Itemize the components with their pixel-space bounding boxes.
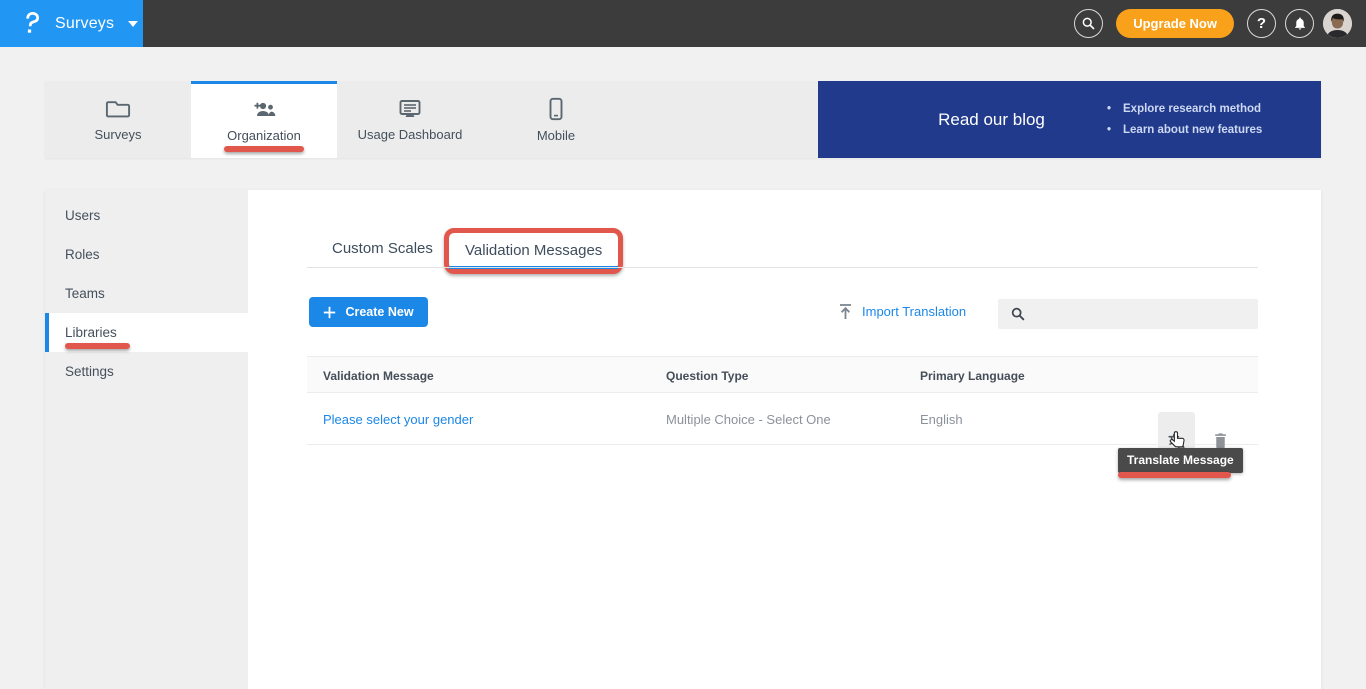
create-new-button[interactable]: Create New (309, 297, 428, 327)
user-avatar[interactable] (1323, 9, 1352, 38)
blog-title: Read our blog (894, 110, 1089, 130)
import-translation-link[interactable]: Import Translation (838, 303, 966, 320)
annotation-underline-tooltip (1118, 472, 1231, 478)
smartphone-icon (548, 97, 564, 121)
blog-banner[interactable]: Read our blog Explore research method Le… (818, 81, 1321, 158)
translate-message-tooltip: Translate Message (1118, 448, 1243, 473)
blog-bullet: Learn about new features (1107, 120, 1262, 141)
blog-bullet: Explore research method (1107, 99, 1262, 120)
questionpro-logo (22, 10, 43, 37)
validation-message-link[interactable]: Please select your gender (323, 412, 473, 427)
translate-message-button[interactable] (1158, 412, 1195, 449)
notifications-button[interactable] (1285, 9, 1314, 38)
delete-button[interactable] (1210, 412, 1230, 434)
sidebar-item-label: Roles (65, 247, 100, 262)
tab-validation-messages[interactable]: Validation Messages (449, 233, 618, 269)
column-header-validation-message: Validation Message (323, 369, 434, 383)
column-header-primary-language: Primary Language (920, 369, 1025, 383)
module-nav-card: Surveys Organization Usage Dashboard Mob… (45, 81, 1321, 158)
dashboard-icon (397, 98, 423, 120)
search-input[interactable] (1034, 299, 1258, 329)
settings-sidebar: Users Roles Teams Libraries Settings (45, 190, 248, 689)
table-row: Please select your gender Multiple Choic… (307, 393, 1258, 445)
upgrade-now-button[interactable]: Upgrade Now (1116, 9, 1234, 38)
tab-surveys[interactable]: Surveys (45, 81, 191, 158)
validation-messages-table: Validation Message Question Type Primary… (307, 356, 1258, 445)
sidebar-item-settings[interactable]: Settings (45, 352, 248, 391)
chevron-down-icon (128, 21, 138, 27)
table-header-row: Validation Message Question Type Primary… (307, 356, 1258, 393)
tab-usage-dashboard[interactable]: Usage Dashboard (337, 81, 483, 158)
sidebar-item-label: Settings (65, 364, 114, 379)
tabs-divider (307, 267, 1258, 268)
libraries-content: Custom Scales Validation Messages Create… (248, 190, 1321, 689)
tab-organization[interactable]: Organization (191, 81, 337, 158)
column-header-question-type: Question Type (666, 369, 748, 383)
blog-bullet-list: Explore research method Learn about new … (1107, 99, 1262, 141)
plus-icon (323, 306, 336, 319)
bell-icon (1293, 16, 1307, 31)
sidebar-item-teams[interactable]: Teams (45, 274, 248, 313)
search-button[interactable] (1074, 9, 1103, 38)
product-switcher[interactable]: Surveys (0, 0, 143, 47)
sidebar-item-users[interactable]: Users (45, 196, 248, 235)
annotation-underline-libraries (65, 343, 130, 349)
tab-mobile[interactable]: Mobile (483, 81, 629, 158)
sidebar-item-label: Libraries (65, 325, 117, 340)
tab-usage-dashboard-label: Usage Dashboard (358, 127, 463, 142)
person-add-icon (250, 99, 278, 121)
tab-organization-label: Organization (227, 128, 301, 143)
module-tabs: Surveys Organization Usage Dashboard Mob… (45, 81, 629, 158)
help-button[interactable]: ? (1247, 9, 1276, 38)
page: { "topbar": { "product_name": "Surveys",… (0, 0, 1366, 689)
annotation-underline-organization (224, 146, 304, 152)
folder-icon (105, 98, 131, 120)
upload-icon (838, 303, 853, 320)
topbar-actions: Upgrade Now ? (1074, 0, 1352, 47)
search-icon (1081, 16, 1096, 31)
primary-language-value: English (920, 412, 963, 427)
create-new-label: Create New (345, 305, 413, 319)
main-panel: Users Roles Teams Libraries Settings Cus… (45, 190, 1321, 689)
sidebar-item-label: Teams (65, 286, 105, 301)
table-search-field[interactable] (998, 299, 1258, 329)
product-name: Surveys (55, 15, 114, 33)
tab-custom-scales[interactable]: Custom Scales (332, 240, 433, 257)
sidebar-item-label: Users (65, 208, 100, 223)
tab-mobile-label: Mobile (537, 128, 575, 143)
question-mark-icon: ? (1257, 15, 1266, 32)
search-icon (1010, 306, 1026, 322)
sidebar-item-libraries[interactable]: Libraries (45, 313, 248, 352)
sidebar-item-roles[interactable]: Roles (45, 235, 248, 274)
import-translation-label: Import Translation (862, 304, 966, 319)
topbar: Surveys Upgrade Now ? (0, 0, 1366, 47)
tab-surveys-label: Surveys (95, 127, 142, 142)
question-type-value: Multiple Choice - Select One (666, 412, 831, 427)
